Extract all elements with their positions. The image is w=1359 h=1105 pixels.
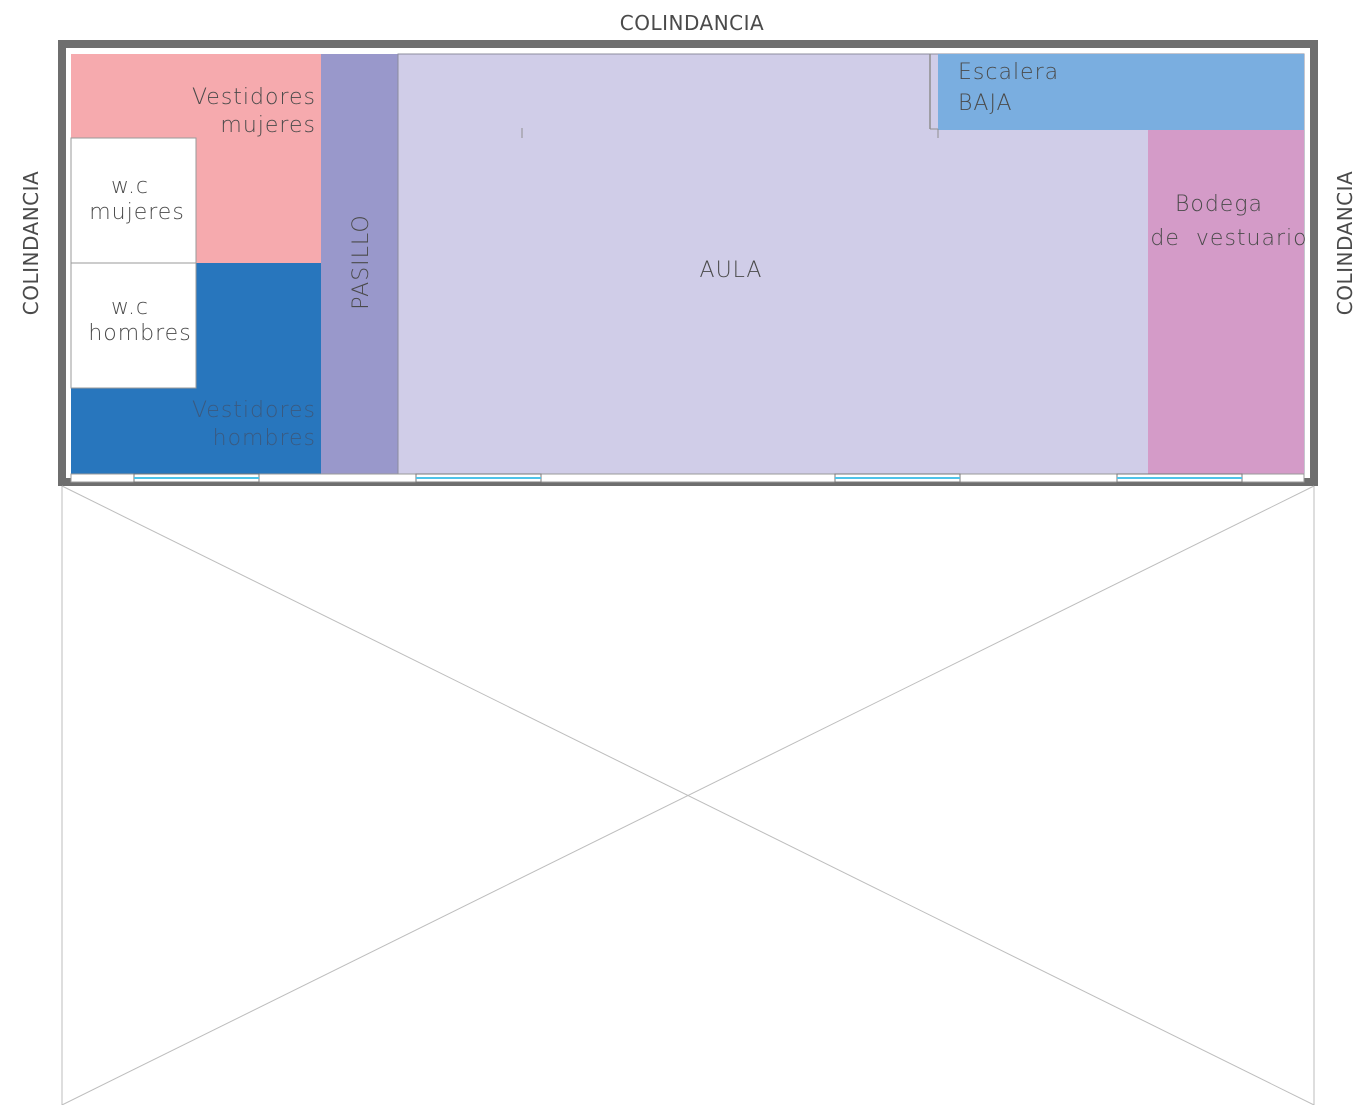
window-2	[415, 473, 542, 483]
label-wc-hombres-1: w.c	[111, 295, 149, 320]
label-escalera-2: BAJA	[958, 91, 1013, 116]
window-3	[834, 473, 961, 483]
boundary-label-right: COLINDANCIA	[1333, 171, 1357, 315]
label-wc-mujeres-2: mujeres	[89, 200, 185, 225]
label-pasillo: PASILLO	[349, 214, 374, 309]
label-bodega-2: de vestuario	[1150, 226, 1307, 251]
label-wc-mujeres-1: w.c	[111, 174, 149, 199]
window-1	[133, 473, 260, 483]
window-4	[1116, 473, 1243, 483]
label-bodega-1: Bodega	[1175, 192, 1263, 217]
boundary-label-top: COLINDANCIA	[620, 11, 764, 35]
label-vestidores-mujeres-1: Vestidores	[192, 85, 316, 110]
open-area-cross	[61, 485, 1315, 1105]
room-bodega	[1148, 130, 1304, 474]
label-vestidores-hombres-1: Vestidores	[192, 398, 316, 423]
boundary-label-left: COLINDANCIA	[19, 171, 43, 315]
label-vestidores-hombres-2: hombres	[213, 426, 316, 451]
label-vestidores-mujeres-2: mujeres	[220, 113, 316, 138]
label-aula: AULA	[700, 258, 763, 283]
label-escalera-1: Escalera	[958, 60, 1059, 85]
floor-plan: COLINDANCIA COLINDANCIA COLINDANCIA Vest…	[19, 11, 1357, 1105]
label-wc-hombres-2: hombres	[88, 321, 191, 346]
